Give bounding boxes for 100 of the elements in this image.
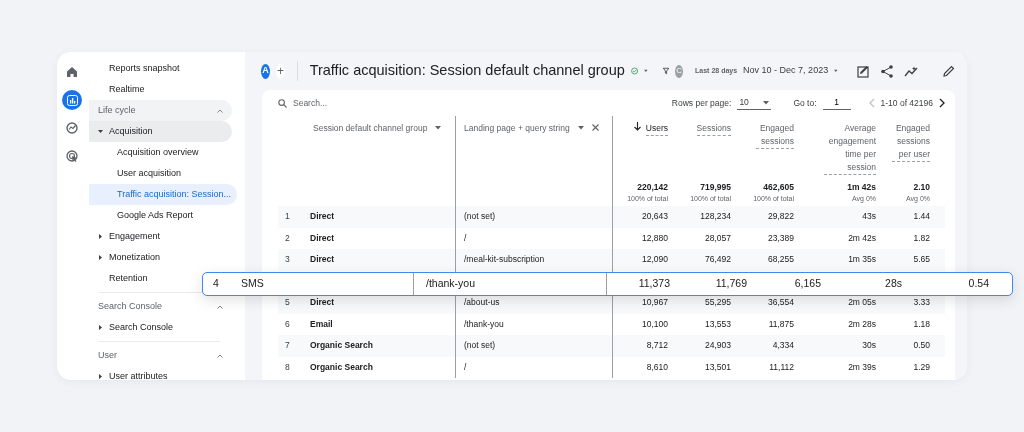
- pencil-icon[interactable]: [943, 65, 955, 77]
- insights-icon[interactable]: [904, 65, 918, 77]
- go-to-label: Go to:: [793, 96, 817, 110]
- caret-down-icon[interactable]: [577, 126, 584, 130]
- sort-down-arrow-icon[interactable]: [633, 122, 641, 131]
- column-header[interactable]: Users: [645, 122, 668, 136]
- table-cell-text: 3.33: [912, 296, 930, 310]
- sidebar-item[interactable]: Engagement: [89, 226, 167, 247]
- table-cell-text: 1.82: [912, 231, 930, 245]
- table-cell-text: 30s: [861, 339, 876, 353]
- page-range: 1-10 of 42196: [880, 96, 933, 110]
- table-cell-text: 11,769: [714, 276, 747, 292]
- edit-report-icon[interactable]: [857, 64, 870, 78]
- bar-chart-icon: [66, 94, 78, 106]
- caret-down-icon[interactable]: [435, 126, 441, 130]
- sidebar-item[interactable]: Acquisition: [89, 121, 232, 142]
- caret-right-icon: [98, 325, 103, 330]
- table-cell-text: 55,295: [704, 296, 731, 310]
- caret-down-icon[interactable]: [644, 69, 648, 73]
- search-icon: [278, 98, 287, 108]
- next-page-icon[interactable]: [939, 98, 945, 108]
- table-cell-text: 13,501: [704, 360, 731, 374]
- table-cell: 20,643: [612, 206, 668, 228]
- table-cell: /: [455, 356, 612, 378]
- target-cursor-icon[interactable]: [66, 150, 78, 162]
- sidebar-item[interactable]: Search Console: [89, 317, 180, 338]
- table-cell-text: 5.65: [912, 253, 930, 267]
- avatar[interactable]: A: [261, 63, 270, 79]
- table-cell-text: 0.50: [912, 339, 930, 353]
- table-cell: 8,712: [612, 335, 668, 357]
- table-cell: 8,610: [612, 356, 668, 378]
- sidebar-item[interactable]: Monetization: [89, 247, 167, 268]
- table-cell-text: 11,112: [768, 360, 794, 374]
- table-cell-text: Organic Search: [309, 360, 374, 374]
- sidebar-item[interactable]: User attributes: [89, 366, 174, 380]
- date-range[interactable]: Nov 10 - Dec 7, 2023: [743, 64, 829, 78]
- sidebar-item[interactable]: User acquisition: [89, 163, 188, 184]
- reports-rail-button[interactable]: [62, 90, 82, 110]
- row-index: 5: [284, 296, 291, 310]
- section-header[interactable]: User: [89, 345, 232, 366]
- total-value: 2.10: [912, 181, 930, 194]
- table-cell-text: 6,165: [793, 276, 821, 292]
- table-cell-text: 1.18: [912, 317, 930, 331]
- table-cell-text: 28s: [884, 276, 902, 292]
- total-value: 1m 42s: [846, 181, 876, 194]
- table-cell-text: Direct: [309, 253, 336, 267]
- report-title: Traffic acquisition: Session default channel group: [309, 61, 625, 81]
- row-index: 8: [284, 360, 291, 374]
- table-cell-text: 4,334: [771, 339, 794, 353]
- table-cell: (not set): [455, 206, 612, 228]
- column-header[interactable]: Session default channel group: [313, 122, 428, 135]
- sidebar-item[interactable]: Retention: [89, 268, 154, 289]
- caret-down-icon: [98, 129, 103, 134]
- table-cell-text: Organic Search: [309, 339, 374, 353]
- trend-circle-icon[interactable]: [66, 122, 78, 134]
- table-cell: /thank-you: [413, 273, 606, 295]
- column-header[interactable]: Sessions: [696, 122, 731, 136]
- caret-right-icon: [98, 234, 103, 239]
- row-index: 3: [284, 253, 291, 267]
- add-button[interactable]: +: [276, 63, 286, 79]
- home-icon[interactable]: [66, 66, 78, 78]
- table-cell-text: 2m 39s: [847, 360, 876, 374]
- sidebar-item[interactable]: Traffic acquisition: Session...: [89, 184, 238, 205]
- column-header[interactable]: Engaged sessions: [756, 122, 794, 149]
- rows-per-page-select[interactable]: 10: [737, 96, 772, 110]
- table-cell-text: 13,553: [704, 317, 731, 331]
- column-header[interactable]: Engaged sessions per user: [892, 122, 930, 162]
- table-cell-text: 1.29: [912, 360, 930, 374]
- sidebar-item[interactable]: Reports snapshot: [89, 58, 186, 79]
- table-cell-text: 28,057: [704, 231, 731, 245]
- rows-per-page-label: Rows per page:: [671, 96, 732, 110]
- table-cell-text: 0.54: [967, 276, 989, 292]
- table-cell-text: 11,875: [767, 317, 794, 331]
- search-field[interactable]: Search...: [293, 96, 413, 110]
- total-value: 462,605: [762, 181, 794, 194]
- filter-icon[interactable]: [663, 66, 670, 76]
- close-icon[interactable]: [591, 124, 599, 131]
- sidebar-item[interactable]: Realtime: [89, 79, 151, 100]
- table-cell-text: Direct: [309, 231, 336, 245]
- caret-down-icon: [763, 100, 770, 105]
- section-header[interactable]: Life cycle: [89, 100, 232, 121]
- sidebar-item[interactable]: Google Ads Report: [89, 205, 200, 226]
- column-header[interactable]: Landing page + query string: [464, 122, 570, 135]
- table-cell-text: 1.44: [912, 210, 930, 224]
- go-to-field[interactable]: 1: [822, 96, 851, 110]
- caret-down-icon[interactable]: [834, 69, 838, 73]
- column-header[interactable]: Average engagement time per session: [824, 122, 876, 175]
- row-index: 6: [284, 317, 291, 331]
- section-header[interactable]: Search Console: [89, 296, 232, 317]
- row-index: 2: [284, 231, 291, 245]
- row-index: 4: [212, 276, 220, 292]
- row-index: 1: [284, 210, 291, 224]
- table-cell: /meal-kit-subscription: [455, 249, 612, 271]
- share-icon[interactable]: [881, 64, 893, 78]
- highlighted-row[interactable]: 4 SMS /thank-you 11,373 11,769 6,165 28s 0.54: [202, 272, 1013, 296]
- table-cell-text: 29,822: [767, 210, 794, 224]
- table-cell: 12,090: [612, 249, 668, 271]
- sidebar-item[interactable]: Acquisition overview: [89, 142, 205, 163]
- table-cell: (not set): [455, 335, 612, 357]
- table-cell-text: 2m 42s: [847, 231, 876, 245]
